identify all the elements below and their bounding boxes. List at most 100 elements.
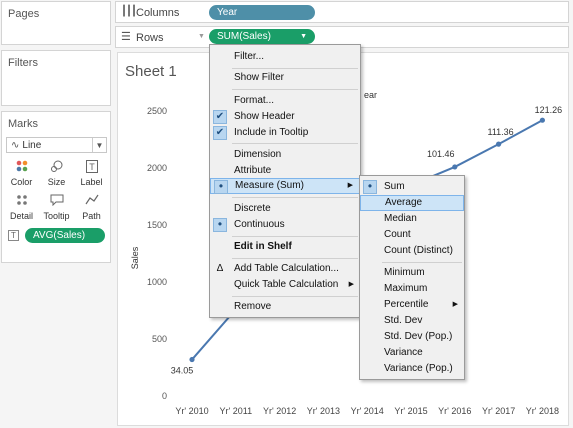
svg-text:T: T [89, 162, 95, 172]
menu-measure-sum[interactable]: • Measure (Sum) ▶ [210, 178, 360, 194]
submenu-std-dev[interactable]: Std. Dev [360, 313, 464, 329]
data-point[interactable] [496, 141, 502, 147]
color-button[interactable]: Color [6, 159, 37, 191]
label-button-label: Label [80, 177, 103, 187]
submenu-count[interactable]: Count [360, 227, 464, 243]
data-label: 34.05 [171, 366, 194, 376]
menu-separator [232, 236, 358, 237]
submenu-variance-pop-label: Variance (Pop.) [384, 363, 453, 374]
label-icon: T [77, 160, 106, 177]
menu-measure-sum-label: Measure (Sum) [235, 180, 304, 191]
y-tick-label: 0 [162, 391, 167, 401]
columns-icon: ┃┃┃ [121, 6, 137, 17]
mark-type-value: Line [22, 139, 42, 151]
submenu-sum[interactable]: • Sum [360, 179, 464, 195]
menu-separator [232, 197, 358, 198]
size-button[interactable]: Size [41, 159, 72, 191]
menu-edit-in-shelf[interactable]: Edit in Shelf [210, 239, 360, 255]
delta-icon: Δ [216, 263, 224, 274]
checkmark-icon: ✔ [213, 126, 227, 140]
submenu-average[interactable]: Average [360, 195, 464, 211]
pill-dropdown-icon[interactable]: ▼ [300, 33, 307, 40]
mark-type-dropdown[interactable]: ∿ Line ▼ [6, 137, 107, 153]
detail-button-label: Detail [9, 211, 33, 221]
menu-continuous[interactable]: • Continuous [210, 217, 360, 233]
rows-expand-icon[interactable]: ▼ [198, 33, 205, 40]
x-tick-label: Yr' 2014 [351, 406, 384, 416]
rows-label: Rows [136, 32, 164, 44]
menu-filter[interactable]: Filter... [210, 49, 360, 65]
label-shelf-icon: T [8, 230, 19, 241]
detail-icon [7, 194, 36, 211]
y-tick-label: 2000 [147, 163, 167, 173]
menu-quick-table-calc-label: Quick Table Calculation [234, 279, 339, 290]
pages-panel[interactable]: Pages [1, 1, 111, 45]
submenu-minimum[interactable]: Minimum [360, 265, 464, 281]
data-point[interactable] [539, 117, 545, 123]
data-label: 111.36 [487, 127, 513, 137]
submenu-count-distinct-label: Count (Distinct) [384, 245, 453, 256]
columns-shelf[interactable]: ┃┃┃ Columns [115, 1, 569, 23]
tooltip-button[interactable]: Tooltip [41, 193, 72, 225]
menu-continuous-label: Continuous [234, 219, 285, 230]
chevron-down-icon[interactable]: ▼ [92, 138, 106, 152]
menu-remove[interactable]: Remove [210, 299, 360, 315]
menu-attribute[interactable]: Attribute [210, 163, 360, 179]
sum-sales-pill[interactable]: SUM(Sales) ▼ [209, 29, 315, 44]
path-button[interactable]: Path [76, 193, 107, 225]
submenu-variance[interactable]: Variance [360, 345, 464, 361]
data-point[interactable] [189, 356, 195, 363]
columns-label: Columns [136, 7, 180, 19]
bullet-icon: • [214, 180, 228, 194]
menu-dimension[interactable]: Dimension [210, 147, 360, 163]
menu-show-header-label: Show Header [234, 111, 295, 122]
x-tick-label: Yr' 2011 [220, 406, 253, 416]
year-pill-label: Year [217, 7, 238, 18]
avg-sales-pill[interactable]: AVG(Sales) [25, 228, 105, 243]
menu-dimension-label: Dimension [234, 149, 282, 160]
menu-discrete-label: Discrete [234, 203, 271, 214]
bullet-icon: • [213, 218, 227, 232]
path-icon [77, 194, 106, 211]
menu-include-tooltip[interactable]: ✔ Include in Tooltip [210, 125, 360, 141]
x-tick-label: Yr' 2013 [307, 406, 340, 416]
data-point[interactable] [452, 164, 458, 170]
menu-quick-table-calculation[interactable]: Quick Table Calculation ▶ [210, 277, 360, 293]
avg-sales-pill-label: AVG(Sales) [33, 230, 86, 241]
x-tick-label: Yr' 2018 [526, 406, 559, 416]
submenu-variance-pop[interactable]: Variance (Pop.) [360, 361, 464, 377]
y-tick-label: 1500 [147, 220, 167, 230]
field-context-menu: Filter... Show Filter Format... ✔ Show H… [209, 44, 361, 318]
filters-title: Filters [8, 57, 38, 69]
label-button[interactable]: T Label [76, 159, 107, 191]
menu-discrete[interactable]: Discrete [210, 201, 360, 217]
submenu-std-dev-pop[interactable]: Std. Dev (Pop.) [360, 329, 464, 345]
menu-separator [232, 296, 358, 297]
menu-separator [232, 143, 358, 144]
marks-title: Marks [8, 118, 38, 130]
menu-include-tooltip-label: Include in Tooltip [234, 127, 309, 138]
menu-show-filter[interactable]: Show Filter [210, 70, 360, 86]
submenu-std-dev-pop-label: Std. Dev (Pop.) [384, 331, 453, 342]
menu-separator [232, 89, 358, 90]
submenu-median[interactable]: Median [360, 211, 464, 227]
menu-format-label: Format... [234, 95, 275, 106]
x-tick-label: Yr' 2017 [482, 406, 515, 416]
data-label: 101.46 [427, 149, 455, 159]
y-tick-label: 1000 [147, 277, 167, 287]
menu-show-header[interactable]: ✔ Show Header [210, 109, 360, 125]
submenu-median-label: Median [384, 213, 417, 224]
menu-add-table-calculation[interactable]: Δ Add Table Calculation... [210, 261, 360, 277]
data-label: 121.26 [535, 105, 563, 115]
year-pill[interactable]: Year [209, 5, 315, 20]
detail-button[interactable]: Detail [6, 193, 37, 225]
tooltip-button-label: Tooltip [43, 211, 70, 221]
filters-panel[interactable]: Filters [1, 50, 111, 106]
path-button-label: Path [82, 211, 101, 221]
submenu-maximum[interactable]: Maximum [360, 281, 464, 297]
menu-format[interactable]: Format... [210, 93, 360, 109]
submenu-count-distinct[interactable]: Count (Distinct) [360, 243, 464, 259]
sum-sales-pill-label: SUM(Sales) [217, 31, 271, 42]
submenu-std-dev-label: Std. Dev [384, 315, 423, 326]
submenu-percentile[interactable]: Percentile ▶ [360, 297, 464, 313]
